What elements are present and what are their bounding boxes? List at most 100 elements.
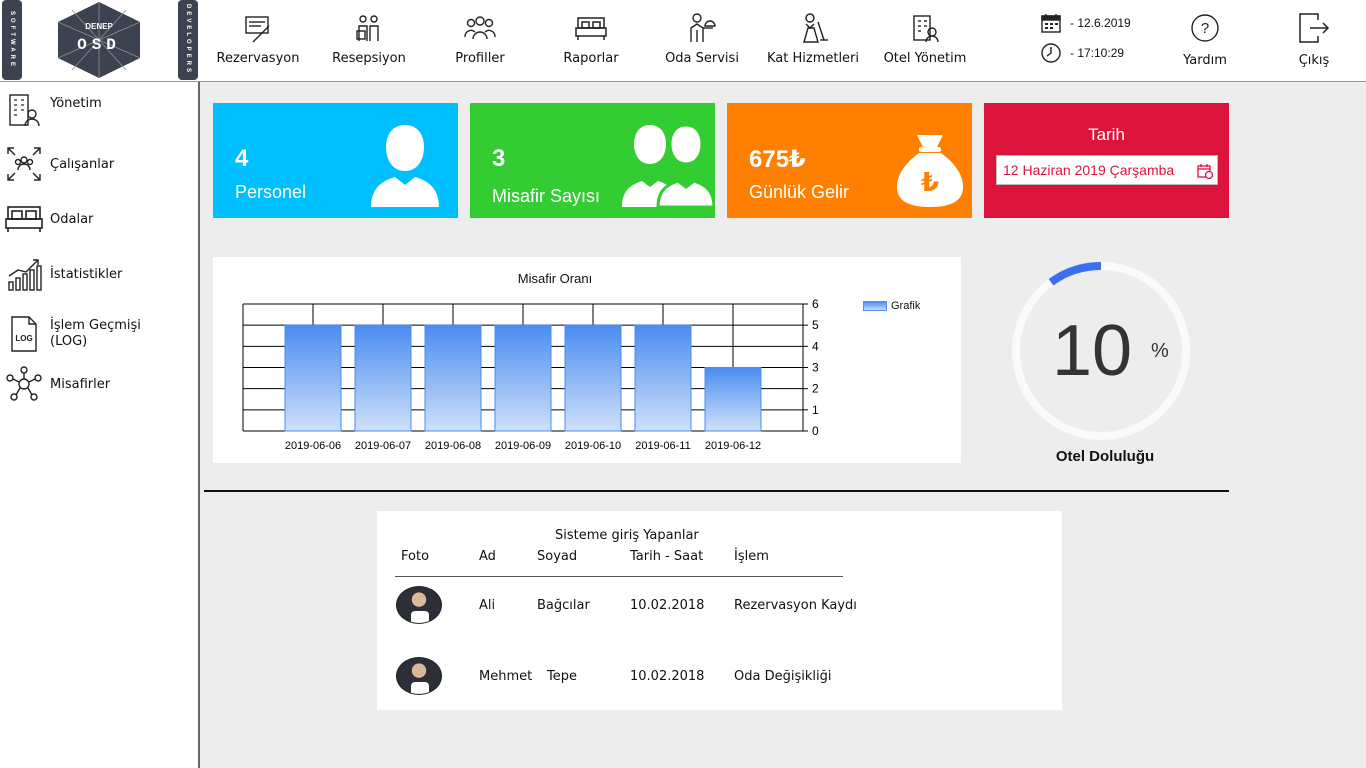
sidebar-item-islem-gecmisi[interactable]: LOG İşlem Geçmişi (LOG) bbox=[0, 306, 198, 362]
chart-bar bbox=[564, 324, 622, 432]
legend-swatch bbox=[863, 301, 887, 311]
nav-profiller[interactable]: Profiller bbox=[452, 0, 508, 80]
employees-icon bbox=[2, 144, 46, 184]
top-toolbar: SOFTWARE DENEP OSD DEVELOPERS Rezervasyo… bbox=[0, 0, 1366, 82]
cell-ad: Ali bbox=[479, 598, 496, 613]
y-tick-label: 0 bbox=[812, 424, 819, 438]
person-icon bbox=[371, 125, 439, 207]
sidebar-item-misafirler[interactable]: Misafirler bbox=[0, 360, 198, 408]
sidebar-item-yonetim[interactable]: Yönetim bbox=[0, 86, 198, 134]
date-picker[interactable]: 12 Haziran 2019 Çarşamba bbox=[996, 155, 1218, 185]
chart-bar bbox=[704, 367, 762, 432]
gelir-card: 675₺ Günlük Gelir ₺ bbox=[727, 103, 972, 218]
y-tick-label: 5 bbox=[812, 318, 819, 332]
occupancy-value: 10 bbox=[1052, 311, 1133, 391]
x-tick-label: 2019-06-08 bbox=[425, 440, 481, 452]
nav-resepsiyon[interactable]: Resepsiyon bbox=[330, 0, 408, 80]
col-header-tarih: Tarih - Saat bbox=[630, 549, 704, 564]
nav-rezervasyon[interactable]: Rezervasyon bbox=[215, 0, 301, 80]
sidebar-item-odalar[interactable]: Odalar bbox=[0, 195, 198, 243]
developers-strip-text: DEVELOPERS bbox=[185, 4, 191, 76]
x-tick-label: 2019-06-07 bbox=[355, 440, 411, 452]
x-tick-label: 2019-06-10 bbox=[565, 440, 621, 452]
guests-icon bbox=[622, 123, 714, 207]
personel-card: 4 Personel bbox=[213, 103, 458, 218]
housekeeping-icon bbox=[796, 12, 830, 44]
table-row[interactable]: Ali Bağcılar 10.02.2018 Rezervasyon Kayd… bbox=[377, 586, 1062, 626]
calendar-picker-icon[interactable] bbox=[1197, 163, 1213, 179]
clock-icon bbox=[1041, 43, 1061, 63]
cell-tarih: 10.02.2018 bbox=[630, 598, 705, 613]
help-button[interactable]: ? Yardım bbox=[1176, 0, 1234, 80]
exit-icon bbox=[1297, 12, 1331, 44]
log-title: Sisteme giriş Yapanlar bbox=[555, 528, 699, 543]
occupancy-unit: % bbox=[1151, 340, 1169, 362]
misafir-card: 3 Misafir Sayısı bbox=[470, 103, 715, 218]
svg-text:OSD: OSD bbox=[77, 36, 121, 54]
sidebar-item-label: Odalar bbox=[50, 211, 94, 227]
sidebar-item-label: Misafirler bbox=[50, 376, 111, 392]
date-time-display: - 12.6.2019 - 17:10:29 bbox=[1040, 8, 1170, 74]
gauge-arc bbox=[1048, 262, 1102, 286]
calendar-icon bbox=[1041, 14, 1061, 33]
sidebar-item-istatistikler[interactable]: İstatistikler bbox=[0, 250, 198, 298]
cell-islem: Oda Değişikliği bbox=[734, 669, 832, 684]
exit-button[interactable]: Çıkış bbox=[1290, 0, 1338, 80]
personel-count: 4 bbox=[235, 145, 249, 172]
col-header-ad: Ad bbox=[479, 549, 496, 564]
guest-ratio-chart: Misafir Oranı 0 1 2 3 4 5 6 2019-06-06 2019-06-0… bbox=[213, 257, 961, 463]
login-log-panel: Sisteme giriş Yapanlar Foto Ad Soyad Tar… bbox=[377, 511, 1062, 710]
company-logo: DENEP OSD bbox=[57, 2, 141, 78]
sidebar-item-label: İstatistikler bbox=[50, 266, 123, 282]
chart-bar bbox=[494, 324, 552, 432]
nav-raporlar[interactable]: Raporlar bbox=[560, 0, 622, 80]
software-strip: SOFTWARE bbox=[2, 0, 22, 80]
avatar bbox=[396, 657, 442, 695]
sidebar: Yönetim Çalışanlar Odalar İstatistikler … bbox=[0, 82, 200, 768]
help-icon: ? bbox=[1188, 12, 1222, 44]
nav-oda-servisi[interactable]: Oda Servisi bbox=[663, 0, 741, 80]
help-label: Yardım bbox=[1183, 53, 1227, 68]
chart-bar bbox=[354, 324, 412, 432]
section-divider bbox=[204, 490, 1229, 492]
hotel-management-icon bbox=[908, 12, 942, 44]
current-date: - 12.6.2019 bbox=[1070, 16, 1131, 30]
svg-text:LOG: LOG bbox=[15, 334, 32, 343]
y-tick-label: 3 bbox=[812, 361, 819, 375]
sidebar-item-calisanlar[interactable]: Çalışanlar bbox=[0, 140, 198, 188]
gelir-label: Günlük Gelir bbox=[749, 182, 850, 202]
chart-bar bbox=[284, 324, 342, 432]
svg-text:DENEP: DENEP bbox=[85, 22, 113, 31]
bed-icon bbox=[2, 199, 46, 239]
cell-soyad: Bağcılar bbox=[537, 598, 590, 613]
nav-label: Profiller bbox=[455, 51, 505, 66]
nav-label: Resepsiyon bbox=[332, 51, 406, 66]
chart-canvas: 0 1 2 3 4 5 6 2019-06-06 2019-06-07 2019-06-08 201… bbox=[242, 297, 819, 452]
nav-kat-hizmetleri[interactable]: Kat Hizmetleri bbox=[765, 0, 861, 80]
chart-bar bbox=[634, 324, 692, 432]
cell-tarih: 10.02.2018 bbox=[630, 669, 705, 684]
y-tick-label: 2 bbox=[812, 382, 819, 396]
col-header-soyad: Soyad bbox=[537, 549, 578, 564]
col-header-foto: Foto bbox=[401, 549, 430, 564]
nav-label: Kat Hizmetleri bbox=[766, 51, 860, 66]
log-icon: LOG bbox=[2, 314, 46, 354]
sidebar-item-label: Yönetim bbox=[50, 95, 102, 111]
building-icon bbox=[2, 90, 46, 130]
nav-label: Oda Servisi bbox=[665, 51, 739, 66]
guests-network-icon bbox=[2, 364, 46, 404]
y-tick-label: 6 bbox=[812, 297, 819, 311]
cell-soyad: Tepe bbox=[547, 669, 577, 684]
col-header-islem: İşlem bbox=[734, 549, 769, 564]
cell-ad: Mehmet bbox=[479, 669, 533, 684]
svg-text:?: ? bbox=[1201, 20, 1209, 37]
exit-label: Çıkış bbox=[1298, 53, 1330, 68]
sidebar-item-label: Çalışanlar bbox=[50, 156, 115, 172]
table-row[interactable]: Mehmet Tepe 10.02.2018 Oda Değişikliği bbox=[377, 657, 1062, 697]
nav-otel-yonetim[interactable]: Otel Yönetim bbox=[880, 0, 970, 80]
header-underline bbox=[395, 576, 843, 577]
software-strip-text: SOFTWARE bbox=[9, 11, 15, 69]
money-bag-icon: ₺ bbox=[897, 135, 963, 207]
misafir-label: Misafir Sayısı bbox=[492, 186, 601, 206]
nav-label: Raporlar bbox=[563, 51, 619, 66]
